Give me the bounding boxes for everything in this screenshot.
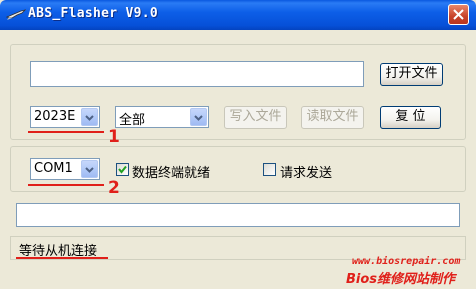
port-select[interactable]: COM1 <box>30 158 100 180</box>
chevron-down-icon <box>194 115 203 121</box>
annotation-underline-2 <box>28 184 104 186</box>
range-select[interactable]: 全部 <box>115 106 209 128</box>
model-select-dropdown-button[interactable] <box>81 108 98 126</box>
reset-button[interactable]: 复 位 <box>380 106 441 129</box>
data-terminal-ready-checkbox[interactable] <box>116 163 129 176</box>
request-to-send-label: 请求发送 <box>280 166 333 181</box>
annotation-marker-2: 2 <box>108 178 120 198</box>
model-select[interactable]: 2023E <box>30 106 100 128</box>
title-bar[interactable]: ABS_Flasher V9.0 <box>0 0 476 30</box>
write-file-button[interactable]: 写入文件 <box>224 106 287 129</box>
window-title: ABS_Flasher V9.0 <box>28 6 159 21</box>
close-icon <box>453 9 464 20</box>
chevron-down-icon <box>85 167 94 173</box>
file-path-input[interactable] <box>30 61 364 87</box>
annotation-underline-1 <box>28 131 104 133</box>
model-select-value: 2023E <box>34 109 76 124</box>
close-button[interactable] <box>448 4 469 25</box>
port-select-dropdown-button[interactable] <box>81 160 98 178</box>
checkmark-icon <box>118 165 127 174</box>
request-to-send-checkbox[interactable] <box>263 163 276 176</box>
status-underline <box>16 257 108 259</box>
data-terminal-ready-label: 数据终端就绪 <box>132 166 211 181</box>
range-select-value: 全部 <box>119 113 146 128</box>
chevron-down-icon <box>85 115 94 121</box>
read-file-button[interactable]: 读取文件 <box>301 106 364 129</box>
watermark-brand: Bios维修网站制作 <box>346 272 456 287</box>
range-select-dropdown-button[interactable] <box>190 108 207 126</box>
annotation-marker-1: 1 <box>108 127 120 147</box>
app-icon <box>6 9 26 20</box>
port-select-value: COM1 <box>34 161 73 176</box>
app-window: ABS_Flasher V9.0 打开文件 2023E 1 全部 写入文件 读取… <box>0 0 476 289</box>
progress-field[interactable] <box>16 203 460 227</box>
open-file-button[interactable]: 打开文件 <box>380 63 443 86</box>
watermark-url: www.biosrepair.com <box>352 256 461 267</box>
